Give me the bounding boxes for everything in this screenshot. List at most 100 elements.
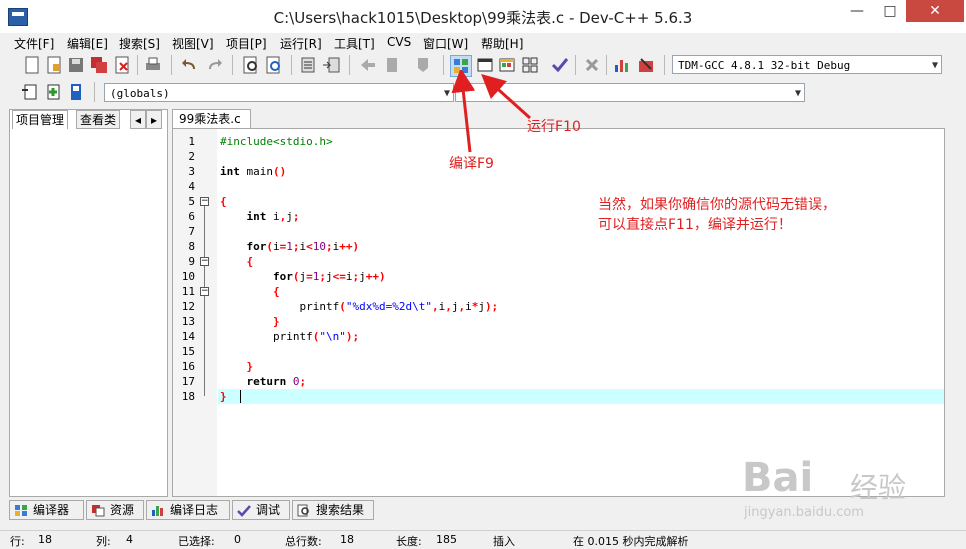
window-title: C:\Users\hack1015\Desktop\99乘法表.c - Dev-… [273, 9, 693, 27]
menu-cvs[interactable]: CVS [387, 35, 411, 49]
goto-icon[interactable] [321, 55, 341, 75]
maximize-button[interactable]: □ [874, 0, 906, 22]
line-number: 12 [181, 300, 195, 313]
title-bar: C:\Users\hack1015\Desktop\99乘法表.c - Dev-… [0, 0, 966, 33]
search-results-icon [297, 504, 309, 517]
tab-resources-label: 资源 [110, 503, 135, 517]
status-bar: 行: 18 列: 4 已选择: 0 总行数: 18 长度: 185 插入 在 0… [0, 530, 966, 548]
fold-minus-icon[interactable]: − [200, 197, 209, 206]
compiler-select-value: TDM-GCC 4.8.1 32-bit Debug [678, 59, 851, 72]
menu-window[interactable]: 窗口[W] [423, 35, 468, 52]
bottom-tabs: 编译器 资源 编译日志 调试 搜索结果 [9, 500, 379, 521]
open-file-icon[interactable] [44, 55, 64, 75]
tab-compile-log-label: 编译日志 [170, 503, 219, 517]
menu-tools[interactable]: 工具[T] [334, 35, 375, 52]
menu-file[interactable]: 文件[F] [14, 35, 54, 52]
class-browser-icon[interactable] [413, 55, 433, 75]
compiler-select[interactable]: TDM-GCC 4.8.1 32-bit Debug ▼ [672, 55, 942, 74]
fold-minus-icon[interactable]: − [200, 287, 209, 296]
save-icon[interactable] [66, 55, 86, 75]
tab-compiler-label: 编译器 [33, 503, 70, 517]
line-number: 11 [181, 285, 195, 298]
menu-help[interactable]: 帮助[H] [481, 35, 523, 52]
syntax-check-icon[interactable] [550, 55, 570, 75]
code-line: } [246, 360, 254, 373]
find-icon[interactable] [241, 55, 261, 75]
fold-line [204, 206, 205, 396]
tab-search-results[interactable]: 搜索结果 [292, 500, 374, 520]
code-line: for(j=1;j<=i;j++) [272, 270, 386, 283]
line-number: 16 [181, 360, 195, 373]
bookmark-icon[interactable] [382, 55, 402, 75]
stop-icon[interactable] [582, 55, 602, 75]
new-file-icon[interactable] [22, 55, 42, 75]
menu-view[interactable]: 视图[V] [172, 35, 214, 52]
chevron-down-icon: ▼ [931, 60, 938, 71]
tab-search-results-label: 搜索结果 [316, 503, 365, 517]
scope-select[interactable]: (globals) ▼ [104, 83, 454, 102]
status-row: 18 [38, 533, 52, 546]
tab-compiler[interactable]: 编译器 [9, 500, 84, 520]
project-options-icon[interactable] [66, 82, 86, 102]
line-number: 10 [181, 270, 195, 283]
profile-icon[interactable] [636, 55, 656, 75]
menu-bar: 文件[F] 编辑[E] 搜索[S] 视图[V] 项目[P] 运行[R] 工具[T… [0, 33, 966, 52]
menu-edit[interactable]: 编辑[E] [67, 35, 108, 52]
line-number: 1 [188, 135, 195, 148]
text-caret [240, 390, 241, 403]
fold-minus-icon[interactable]: − [200, 257, 209, 266]
close-file-icon[interactable] [112, 55, 132, 75]
project-panel [9, 109, 168, 497]
code-line: } [220, 390, 227, 403]
tab-project-manager[interactable]: 项目管理 [12, 110, 69, 129]
current-line-highlight [218, 389, 944, 404]
status-total: 18 [340, 533, 354, 546]
minimize-button[interactable]: — [840, 0, 874, 22]
line-number: 6 [188, 210, 195, 223]
tab-resources[interactable]: 资源 [86, 500, 144, 520]
tab-scroll-left-icon[interactable]: ◂ [130, 110, 146, 129]
redo-icon[interactable] [204, 55, 224, 75]
scope-select-value: (globals) [110, 87, 170, 100]
line-number: 3 [188, 165, 195, 178]
debug-check-icon [237, 505, 251, 517]
save-all-icon[interactable] [89, 55, 109, 75]
print-icon[interactable] [143, 55, 163, 75]
menu-run[interactable]: 运行[R] [280, 35, 322, 52]
add-to-project-icon[interactable] [43, 82, 63, 102]
code-line: printf("%dx%d=%2d\t",i,j,i*j); [220, 300, 499, 313]
line-number: 14 [181, 330, 195, 343]
file-tab[interactable]: 99乘法表.c [172, 109, 251, 128]
code-line: #include<stdio.h> [220, 135, 333, 148]
menu-project[interactable]: 项目[P] [226, 35, 267, 52]
resources-icon [92, 505, 105, 517]
log-chart-icon [152, 506, 163, 516]
line-number: 15 [181, 345, 195, 358]
tab-scroll-right-icon[interactable]: ▸ [146, 110, 162, 129]
replace-icon[interactable] [264, 55, 284, 75]
watermark-brand-cn: 经验 [850, 471, 907, 504]
tab-debug[interactable]: 调试 [232, 500, 290, 520]
status-col: 4 [126, 533, 133, 546]
line-number: 2 [188, 150, 195, 163]
annotation-run: 运行F10 [527, 119, 581, 135]
annotation-compile: 编译F9 [449, 156, 494, 172]
line-number: 18 [181, 390, 195, 403]
tab-class-view[interactable]: 查看类 [76, 110, 121, 129]
code-line: return 0; [246, 375, 307, 388]
tab-compile-log[interactable]: 编译日志 [146, 500, 230, 520]
tab-debug-label: 调试 [256, 503, 281, 517]
undo-icon[interactable] [180, 55, 200, 75]
toggle-back-icon[interactable] [358, 55, 378, 75]
annotation-note-line1: 当然，如果你确信你的源代码无错误， [598, 197, 836, 213]
line-number: 5 [188, 195, 195, 208]
close-button[interactable]: ✕ [906, 0, 964, 22]
line-number: 17 [181, 375, 195, 388]
new-project-icon[interactable] [20, 82, 40, 102]
code-line: printf("\n"); [220, 330, 360, 343]
menu-search[interactable]: 搜索[S] [119, 35, 160, 52]
chart-icon[interactable] [612, 55, 632, 75]
code-line: { [272, 285, 280, 298]
indent-icon[interactable] [298, 55, 318, 75]
code-line: } [272, 315, 280, 328]
